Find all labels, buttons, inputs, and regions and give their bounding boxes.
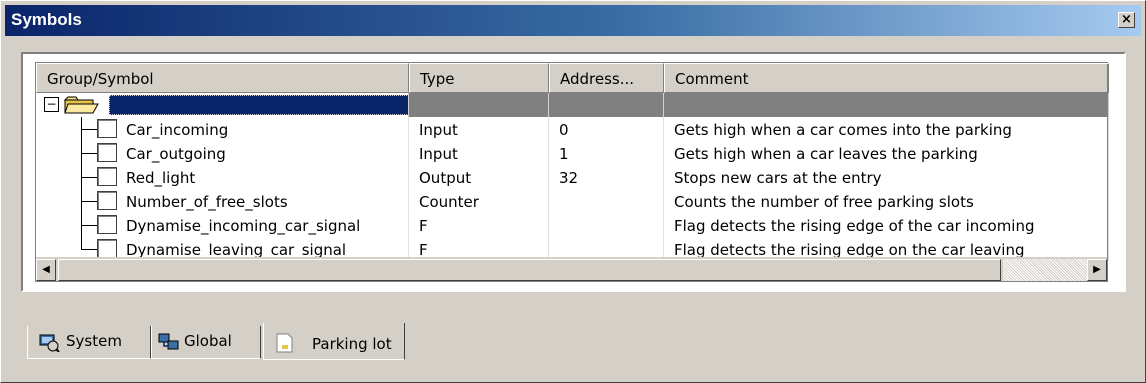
symbol-address [549, 213, 664, 237]
table-row[interactable]: Number_of_free_slots Counter Counts the … [36, 189, 1109, 213]
symbol-icon [97, 239, 117, 258]
table-row-group[interactable]: − [36, 93, 1109, 117]
symbol-type: Input [409, 117, 549, 141]
global-icon [158, 333, 179, 350]
document-icon [276, 333, 293, 353]
tab-global[interactable]: Global [151, 326, 261, 359]
folder-open-icon [64, 96, 99, 114]
system-icon [39, 334, 60, 352]
column-header-group-symbol[interactable]: Group/Symbol [36, 63, 409, 93]
collapse-toggle-icon[interactable]: − [44, 97, 59, 112]
close-button[interactable]: × [1118, 12, 1135, 28]
tab-system[interactable]: System [27, 326, 151, 359]
symbols-window: Symbols × Group/Symbol Type Address... C… [0, 0, 1146, 383]
tree-branch [81, 129, 97, 130]
tree-branch [81, 201, 97, 202]
tree-branch [81, 225, 97, 226]
symbol-comment: Gets high when a car comes into the park… [664, 117, 1109, 141]
symbol-table: Group/Symbol Type Address... Comment − C… [35, 62, 1109, 282]
symbol-comment: Gets high when a car leaves the parking [664, 141, 1109, 165]
symbol-name: Dynamise_incoming_car_signal [116, 213, 409, 237]
table-row[interactable]: Red_light Output 32 Stops new cars at th… [36, 165, 1109, 189]
symbol-icon [97, 119, 117, 138]
symbol-icon [97, 167, 117, 186]
symbol-table-panel: Group/Symbol Type Address... Comment − C… [21, 52, 1126, 292]
tab-system-label: System [66, 332, 122, 350]
symbol-icon [97, 191, 117, 210]
tab-global-label: Global [184, 332, 232, 350]
group-cell: − [36, 93, 409, 117]
tree-branch [81, 249, 97, 250]
group-address-cell [549, 93, 664, 117]
symbol-address: 1 [549, 141, 664, 165]
symbol-comment: Stops new cars at the entry [664, 165, 1109, 189]
symbol-address [549, 189, 664, 213]
tree-branch [81, 177, 97, 178]
tab-parking-lot[interactable]: Parking lot [263, 323, 405, 360]
column-header-address[interactable]: Address... [549, 63, 664, 93]
scroll-right-icon[interactable]: ▶ [1087, 259, 1107, 281]
window-title: Symbols [11, 10, 82, 29]
symbol-icon [97, 215, 117, 234]
tree-branch [81, 153, 97, 154]
symbol-address: 32 [549, 165, 664, 189]
selected-group-name[interactable] [109, 95, 408, 115]
symbol-name: Car_incoming [116, 117, 409, 141]
symbol-type: Counter [409, 189, 549, 213]
symbol-type: Input [409, 141, 549, 165]
column-header-comment[interactable]: Comment [664, 63, 1109, 93]
symbol-name: Number_of_free_slots [116, 189, 409, 213]
symbol-name: Car_outgoing [116, 141, 409, 165]
symbol-name: Red_light [116, 165, 409, 189]
table-header: Group/Symbol Type Address... Comment [36, 63, 1109, 93]
title-bar[interactable]: Symbols × [5, 5, 1141, 36]
group-type-cell [409, 93, 549, 117]
symbol-icon [97, 143, 117, 162]
symbol-address: 0 [549, 117, 664, 141]
group-comment-cell [664, 93, 1109, 117]
table-row[interactable]: Dynamise_incoming_car_signal F Flag dete… [36, 213, 1109, 237]
horizontal-scrollbar[interactable]: ◀ ▶ [36, 257, 1107, 281]
scroll-left-icon[interactable]: ◀ [36, 259, 56, 281]
symbol-comment: Flag detects the rising edge of the car … [664, 213, 1109, 237]
table-row[interactable]: Car_outgoing Input 1 Gets high when a ca… [36, 141, 1109, 165]
column-header-type[interactable]: Type [409, 63, 549, 93]
table-row[interactable]: Car_incoming Input 0 Gets high when a ca… [36, 117, 1109, 141]
scroll-thumb[interactable] [58, 259, 1001, 281]
symbol-type: F [409, 213, 549, 237]
scroll-track[interactable] [1003, 259, 1087, 281]
symbol-comment: Counts the number of free parking slots [664, 189, 1109, 213]
symbol-type: Output [409, 165, 549, 189]
tab-parking-lot-label: Parking lot [312, 335, 392, 353]
